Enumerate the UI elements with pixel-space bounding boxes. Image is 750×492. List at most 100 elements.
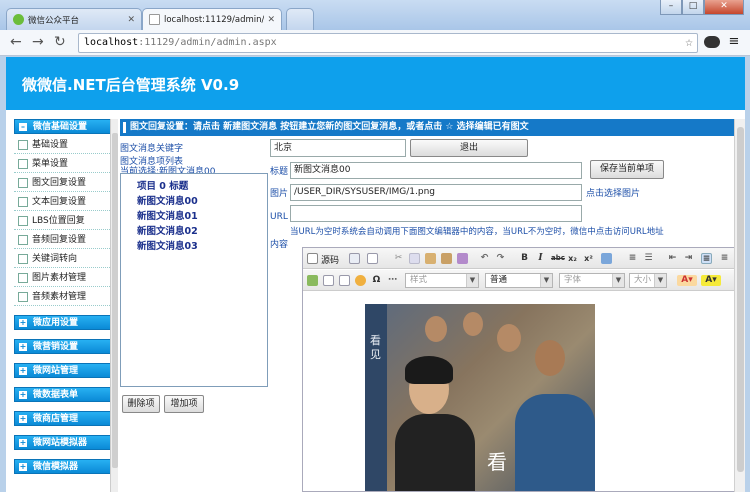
- subscript-icon[interactable]: x₂: [567, 253, 578, 264]
- font-select[interactable]: 字体 ▼: [559, 273, 625, 288]
- paste-icon[interactable]: [425, 253, 436, 264]
- exit-button[interactable]: 退出: [410, 139, 528, 157]
- hr-icon[interactable]: [339, 275, 350, 286]
- sidebar-item-label: 关键词转向: [32, 254, 78, 264]
- sidebar-scrollbar[interactable]: [110, 119, 118, 492]
- bold-icon[interactable]: B: [519, 253, 530, 264]
- strike-icon[interactable]: abc: [551, 253, 565, 264]
- rich-text-editor[interactable]: 源码 ✂ ↶ ↷ B I abc x₂ x² ≡ ☰ ⇤ ⇥ ≡ ≡ Ω ⋯ 样…: [302, 247, 736, 492]
- outdent-icon[interactable]: ⇤: [667, 253, 678, 264]
- sidebar-item-news-reply[interactable]: 图文回复设置: [14, 174, 114, 192]
- remove-format-icon[interactable]: [601, 253, 612, 264]
- save-item-button[interactable]: 保存当前单项: [590, 160, 664, 179]
- close-window-icon[interactable]: ✕: [704, 0, 744, 15]
- tab-close-icon[interactable]: ✕: [127, 15, 135, 25]
- italic-icon[interactable]: I: [535, 253, 546, 264]
- list-item[interactable]: 项目 0 标题: [137, 178, 188, 192]
- sidebar-item-keyword[interactable]: 关键词转向: [14, 250, 114, 268]
- url-input[interactable]: [290, 205, 582, 222]
- tab-wechat-platform[interactable]: 微信公众平台 ✕: [6, 8, 142, 30]
- forward-icon[interactable]: →: [32, 34, 44, 50]
- chevron-down-icon: ▼: [466, 274, 478, 287]
- indent-icon[interactable]: ⇥: [683, 253, 694, 264]
- reload-icon[interactable]: ↻: [54, 34, 66, 50]
- image-icon[interactable]: [307, 275, 318, 286]
- undo-icon[interactable]: ↶: [479, 253, 490, 264]
- title-input[interactable]: 新图文消息00: [290, 162, 582, 179]
- bg-color-icon[interactable]: A▾: [701, 275, 721, 286]
- expand-icon: +: [19, 318, 27, 327]
- numbered-list-icon[interactable]: ≡: [627, 253, 638, 264]
- section-label: 微应用设置: [33, 318, 79, 328]
- paste-text-icon[interactable]: [441, 253, 452, 264]
- page-break-icon[interactable]: ⋯: [387, 275, 398, 286]
- preview-icon[interactable]: [349, 253, 360, 264]
- align-center-icon[interactable]: ≡: [719, 253, 730, 264]
- menu-icon[interactable]: ≡: [726, 35, 742, 48]
- news-item-list[interactable]: 项目 0 标题 新图文消息00 新图文消息01 新图文消息02 新图文消息03: [120, 173, 268, 387]
- add-item-button[interactable]: 增加项: [164, 395, 204, 413]
- sidebar-section-marketing[interactable]: + 微营销设置: [14, 339, 114, 354]
- sidebar-item-lbs[interactable]: LBS位置回复: [14, 212, 114, 230]
- choose-image-link[interactable]: 点击选择图片: [586, 186, 640, 199]
- sidebar-item-text-reply[interactable]: 文本回复设置: [14, 193, 114, 211]
- chevron-down-icon: ▼: [654, 274, 666, 287]
- redo-icon[interactable]: ↷: [495, 253, 506, 264]
- page-viewport: 微微信.NET后台管理系统 V0.9 – 微信基础设置 基础设置 菜单设置 图文回…: [6, 57, 745, 492]
- size-select[interactable]: 大小 ▼: [629, 273, 667, 288]
- source-label[interactable]: 源码: [321, 253, 339, 266]
- expand-icon: +: [19, 342, 27, 351]
- sidebar-item-basic[interactable]: 基础设置: [14, 136, 114, 154]
- keyword-input[interactable]: 北京: [270, 139, 406, 157]
- item-icon: [18, 292, 28, 302]
- scroll-thumb[interactable]: [737, 127, 744, 472]
- tab-title: 微信公众平台: [28, 15, 80, 26]
- list-item[interactable]: 新图文消息00: [137, 193, 198, 207]
- back-icon[interactable]: ←: [10, 34, 22, 50]
- sidebar-section-site-sim[interactable]: + 微网站模拟器: [14, 435, 114, 450]
- new-tab-button[interactable]: [286, 8, 314, 30]
- page-scrollbar[interactable]: [734, 119, 745, 492]
- list-item[interactable]: 新图文消息02: [137, 223, 198, 237]
- address-bar[interactable]: localhost:11129/admin/admin.aspx ☆: [78, 33, 698, 53]
- item-icon: [18, 197, 28, 207]
- sidebar-item-image-assets[interactable]: 图片素材管理: [14, 269, 114, 287]
- format-select[interactable]: 普通 ▼: [485, 273, 553, 288]
- tab-admin[interactable]: localhost:11129/admin/a ✕: [142, 8, 282, 30]
- bookmark-star-icon[interactable]: ☆: [685, 34, 693, 52]
- cut-icon[interactable]: ✂: [393, 253, 404, 264]
- tab-close-icon[interactable]: ✕: [267, 15, 275, 25]
- text-color-icon[interactable]: A▾: [677, 275, 697, 286]
- style-select[interactable]: 样式 ▼: [405, 273, 479, 288]
- delete-item-button[interactable]: 删除项: [122, 395, 160, 413]
- sidebar-item-audio-assets[interactable]: 音频素材管理: [14, 288, 114, 306]
- list-item[interactable]: 新图文消息03: [137, 238, 198, 252]
- sidebar-item-audio-reply[interactable]: 音频回复设置: [14, 231, 114, 249]
- align-left-icon[interactable]: ≡: [701, 253, 712, 264]
- sidebar-section-forms[interactable]: + 微数据表单: [14, 387, 114, 402]
- scroll-thumb[interactable]: [112, 133, 118, 468]
- sidebar-item-menu[interactable]: 菜单设置: [14, 155, 114, 173]
- special-char-icon[interactable]: Ω: [371, 275, 382, 286]
- list-item[interactable]: 新图文消息01: [137, 208, 198, 222]
- sidebar-section-site[interactable]: + 微网站管理: [14, 363, 114, 378]
- table-icon[interactable]: [323, 275, 334, 286]
- copy-icon[interactable]: [409, 253, 420, 264]
- sidebar-section-apps[interactable]: + 微应用设置: [14, 315, 114, 330]
- minimize-icon[interactable]: –: [660, 0, 682, 15]
- sidebar-section-basic[interactable]: – 微信基础设置: [14, 119, 114, 134]
- superscript-icon[interactable]: x²: [583, 253, 594, 264]
- content-label: 内容: [270, 240, 289, 250]
- extension-icon[interactable]: [704, 36, 720, 48]
- smiley-icon[interactable]: [355, 275, 366, 286]
- paste-word-icon[interactable]: [457, 253, 468, 264]
- maximize-icon[interactable]: □: [682, 0, 704, 15]
- sidebar-section-wechat-sim[interactable]: + 微信模拟器: [14, 459, 114, 474]
- image-path-input[interactable]: /USER_DIR/SYSUSER/IMG/1.png: [290, 184, 582, 201]
- template-icon[interactable]: [367, 253, 378, 264]
- bullet-list-icon[interactable]: ☰: [643, 253, 654, 264]
- collapse-icon: –: [19, 122, 27, 131]
- figure-shape: [515, 394, 595, 491]
- source-icon[interactable]: [307, 253, 318, 264]
- sidebar-section-shop[interactable]: + 微商店管理: [14, 411, 114, 426]
